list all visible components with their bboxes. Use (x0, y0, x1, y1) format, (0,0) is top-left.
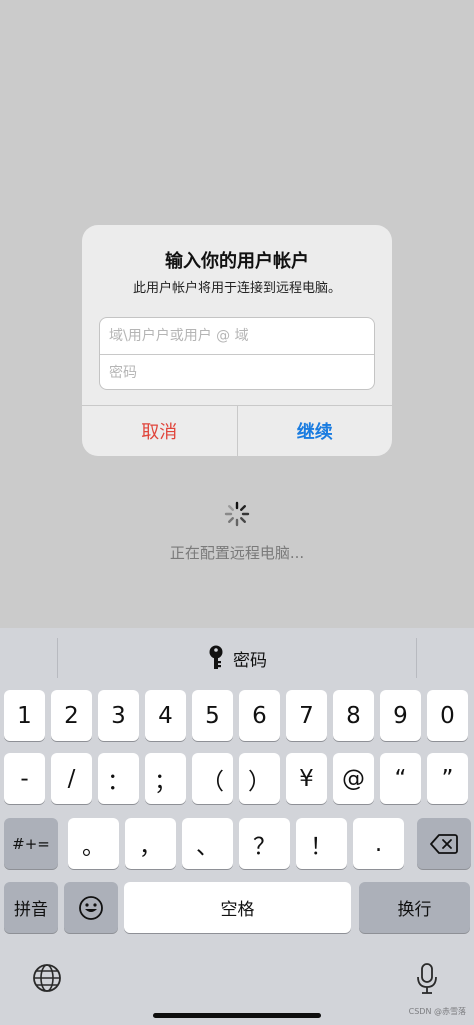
space-bar[interactable]: 空格 (124, 882, 351, 933)
key-5[interactable]: 5 (192, 690, 233, 741)
backspace-icon (430, 833, 458, 854)
keyboard: 密码 1 2 3 4 5 6 7 8 9 0 - / ： ； （ ） ¥ @ “… (0, 628, 474, 1025)
keyboard-suggestion-bar: 密码 (0, 628, 474, 688)
suggestion-label: 密码 (233, 650, 267, 671)
status-text: 正在配置远程电脑... (169, 544, 305, 562)
microphone-icon[interactable] (415, 962, 439, 996)
key-semicolon[interactable]: ； (145, 753, 186, 804)
symbols-button[interactable]: #+= (4, 818, 58, 869)
pinyin-button[interactable]: 拼音 (4, 882, 58, 933)
key-left-quote[interactable]: “ (380, 753, 421, 804)
key-4[interactable]: 4 (145, 690, 186, 741)
globe-icon[interactable] (32, 963, 62, 993)
key-hyphen[interactable]: - (4, 753, 45, 804)
password-input[interactable] (100, 354, 374, 389)
delete-button[interactable] (417, 818, 471, 869)
key-colon[interactable]: ： (98, 753, 139, 804)
dialog-title: 输入你的用户帐户 (165, 251, 309, 272)
return-button[interactable]: 换行 (359, 882, 470, 933)
key-1[interactable]: 1 (4, 690, 45, 741)
key-icon (209, 645, 223, 669)
username-input[interactable] (100, 318, 374, 354)
key-yen[interactable]: ¥ (286, 753, 327, 804)
key-question[interactable]: ？ (239, 818, 290, 869)
emoji-icon (79, 895, 103, 920)
key-exclaim[interactable]: ！ (296, 818, 347, 869)
credentials-fields (99, 317, 375, 390)
key-3[interactable]: 3 (98, 690, 139, 741)
loading-spinner-icon (224, 501, 250, 527)
key-period-cjk[interactable]: 。 (68, 818, 119, 869)
key-8[interactable]: 8 (333, 690, 374, 741)
key-2[interactable]: 2 (51, 690, 92, 741)
cancel-button[interactable]: 取消 (82, 406, 238, 456)
watermark: CSDN @赤雪落 (408, 1007, 466, 1016)
key-at[interactable]: @ (333, 753, 374, 804)
key-slash[interactable]: / (51, 753, 92, 804)
key-0[interactable]: 0 (427, 690, 468, 741)
key-dot[interactable]: . (353, 818, 404, 869)
dialog-message: 此用户帐户将用于连接到远程电脑。 (132, 281, 341, 296)
emoji-button[interactable] (64, 882, 118, 933)
key-comma-cjk[interactable]: ， (125, 818, 176, 869)
key-right-quote[interactable]: ” (427, 753, 468, 804)
password-suggestion[interactable]: 密码 (0, 628, 474, 688)
key-6[interactable]: 6 (239, 690, 280, 741)
account-dialog: 输入你的用户帐户 此用户帐户将用于连接到远程电脑。 取消 继续 (82, 225, 392, 456)
key-enum-comma[interactable]: 、 (182, 818, 233, 869)
key-7[interactable]: 7 (286, 690, 327, 741)
continue-button[interactable]: 继续 (238, 406, 393, 456)
home-indicator (153, 1013, 321, 1018)
key-9[interactable]: 9 (380, 690, 421, 741)
key-right-paren[interactable]: ） (239, 753, 280, 804)
dialog-actions: 取消 继续 (82, 405, 392, 456)
key-left-paren[interactable]: （ (192, 753, 233, 804)
